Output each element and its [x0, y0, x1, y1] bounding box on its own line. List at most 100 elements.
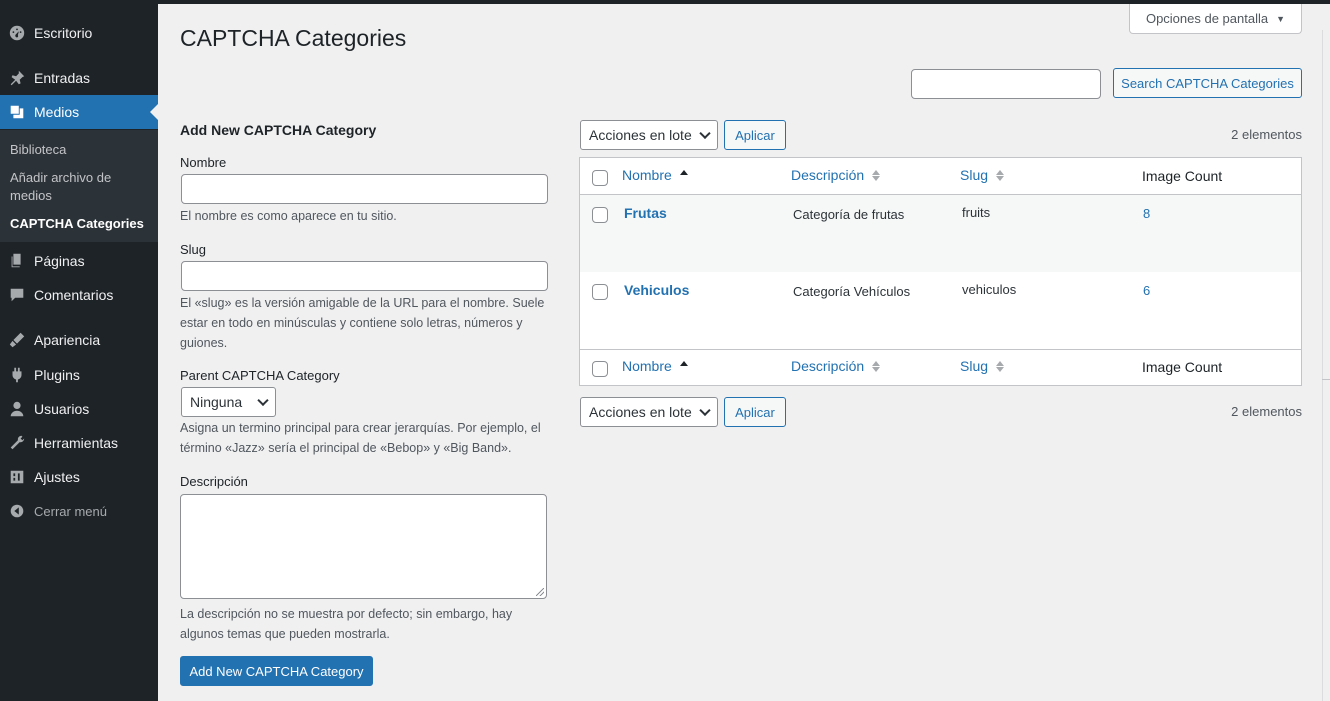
apply-button-bottom[interactable]: Aplicar — [724, 397, 786, 427]
sidebar-item-label: Apariencia — [34, 332, 101, 348]
collapse-menu-button[interactable]: Cerrar menú — [0, 494, 158, 528]
dashboard-icon — [0, 24, 34, 42]
sidebar-item-ajustes[interactable]: Ajustes — [0, 460, 158, 494]
row-slug: fruits — [962, 205, 991, 220]
column-header-label: Nombre — [622, 167, 672, 183]
caret-down-icon: ▼ — [1276, 13, 1286, 24]
page-title: CAPTCHA Categories — [180, 25, 407, 51]
slug-help: El «slug» es la versión amigable de la U… — [180, 296, 545, 350]
sidebar-item-label: Usuarios — [34, 401, 90, 417]
add-category-button[interactable]: Add New CAPTCHA Category — [180, 656, 373, 686]
sidebar-item-comentarios[interactable]: Comentarios — [0, 278, 158, 312]
bulk-actions-value: Acciones en lote — [589, 127, 692, 143]
sidebar-item-label: Plugins — [34, 367, 80, 383]
column-footer-slug[interactable]: Slug — [960, 358, 1005, 374]
sidebar-item-label: Medios — [34, 104, 80, 120]
select-all-checkbox[interactable] — [592, 170, 608, 186]
sidebar-item-paginas[interactable]: Páginas — [0, 244, 158, 278]
chevron-down-icon — [699, 127, 711, 140]
column-header-label: Slug — [960, 358, 989, 374]
row-description: Categoría de frutas — [793, 207, 905, 222]
parent-label: Parent CAPTCHA Category — [180, 368, 340, 383]
table-header: Nombre Descripción Slug Image Count — [580, 158, 1301, 195]
collapse-icon — [0, 502, 34, 520]
column-footer-name[interactable]: Nombre — [622, 358, 688, 374]
column-header-image-count: Image Count — [1142, 168, 1223, 184]
slug-field[interactable] — [181, 261, 548, 291]
sidebar-item-escritorio[interactable]: Escritorio — [0, 16, 158, 50]
sort-icon — [872, 360, 881, 372]
column-header-description[interactable]: Descripción — [791, 167, 881, 183]
table-row: Frutas Categoría de frutas fruits 8 — [580, 195, 1301, 272]
row-title-link[interactable]: Frutas — [624, 205, 667, 221]
description-help: La descripción no se muestra por defecto… — [180, 607, 513, 641]
bulk-actions-select-top[interactable]: Acciones en lote — [580, 120, 718, 150]
sort-ascending-icon — [679, 360, 688, 372]
row-checkbox[interactable] — [592, 207, 608, 223]
sidebar-item-label: Herramientas — [34, 435, 119, 451]
items-count-top: 2 elementos — [1231, 127, 1302, 142]
form-heading: Add New CAPTCHA Category — [180, 122, 377, 138]
sort-icon — [996, 169, 1005, 181]
sidebar-item-label: Entradas — [34, 70, 91, 86]
appearance-icon — [0, 331, 34, 349]
table-row: Vehiculos Categoría Vehículos vehiculos … — [580, 272, 1301, 349]
categories-table: Nombre Descripción Slug Image Count Frut… — [579, 157, 1302, 386]
column-footer-image-count: Image Count — [1142, 359, 1223, 375]
sidebar-item-label: Comentarios — [34, 287, 114, 303]
chevron-down-icon — [257, 394, 269, 407]
name-label: Nombre — [180, 155, 227, 170]
column-header-label: Nombre — [622, 358, 672, 374]
name-help: El nombre es como aparece en tu sitio. — [180, 209, 397, 223]
column-header-label: Descripción — [791, 358, 865, 374]
select-all-checkbox-footer[interactable] — [592, 361, 608, 377]
sidebar-item-apariencia[interactable]: Apariencia — [0, 323, 158, 357]
column-header-name[interactable]: Nombre — [622, 167, 688, 183]
sort-icon — [996, 360, 1005, 372]
chevron-down-icon — [699, 404, 711, 417]
row-title-link[interactable]: Vehiculos — [624, 282, 689, 298]
screen-options-label: Opciones de pantalla — [1145, 11, 1269, 26]
table-footer: Nombre Descripción Slug Image Count — [580, 349, 1301, 386]
row-image-count-link[interactable]: 8 — [1143, 206, 1150, 221]
column-header-slug[interactable]: Slug — [960, 167, 1005, 183]
column-footer-description[interactable]: Descripción — [791, 358, 881, 374]
parent-select[interactable]: Ninguna — [181, 387, 276, 417]
submenu-captcha-categories[interactable]: CAPTCHA Categories — [10, 215, 150, 233]
search-input[interactable] — [911, 69, 1101, 99]
submenu-anadir-archivo[interactable]: Añadir archivo de medios — [10, 169, 150, 205]
settings-icon — [0, 468, 34, 486]
row-checkbox[interactable] — [592, 284, 608, 300]
sidebar-item-medios[interactable]: Medios — [0, 95, 158, 129]
sidebar-item-label: Páginas — [34, 253, 85, 269]
sidebar-item-usuarios[interactable]: Usuarios — [0, 392, 158, 426]
sidebar-item-label: Ajustes — [34, 469, 80, 485]
edge-divider — [1322, 379, 1330, 380]
description-textarea[interactable] — [180, 494, 547, 599]
sidebar-item-plugins[interactable]: Plugins — [0, 358, 158, 392]
resize-grip-icon[interactable] — [536, 588, 544, 596]
plugins-icon — [0, 366, 34, 384]
items-count-bottom: 2 elementos — [1231, 404, 1302, 419]
tools-icon — [0, 434, 34, 452]
sidebar-item-herramientas[interactable]: Herramientas — [0, 426, 158, 460]
parent-select-value: Ninguna — [190, 394, 243, 410]
collapse-label: Cerrar menú — [34, 503, 107, 519]
column-header-label: Descripción — [791, 167, 865, 183]
row-description: Categoría Vehículos — [793, 284, 911, 299]
submenu-biblioteca[interactable]: Biblioteca — [10, 141, 150, 159]
pages-icon — [0, 252, 34, 270]
bulk-actions-select-bottom[interactable]: Acciones en lote — [580, 397, 718, 427]
description-label: Descripción — [180, 474, 248, 489]
sort-ascending-icon — [679, 169, 688, 181]
sidebar-item-entradas[interactable]: Entradas — [0, 61, 158, 95]
users-icon — [0, 400, 34, 418]
row-image-count-link[interactable]: 6 — [1143, 283, 1150, 298]
screen-options-button[interactable]: Opciones de pantalla ▼ — [1129, 4, 1302, 34]
bulk-actions-value: Acciones en lote — [589, 404, 692, 420]
media-icon — [0, 103, 34, 121]
search-button[interactable]: Search CAPTCHA Categories — [1113, 68, 1302, 98]
apply-button-top[interactable]: Aplicar — [724, 120, 786, 150]
parent-help: Asigna un termino principal para crear j… — [180, 421, 541, 455]
name-field[interactable] — [181, 174, 548, 204]
